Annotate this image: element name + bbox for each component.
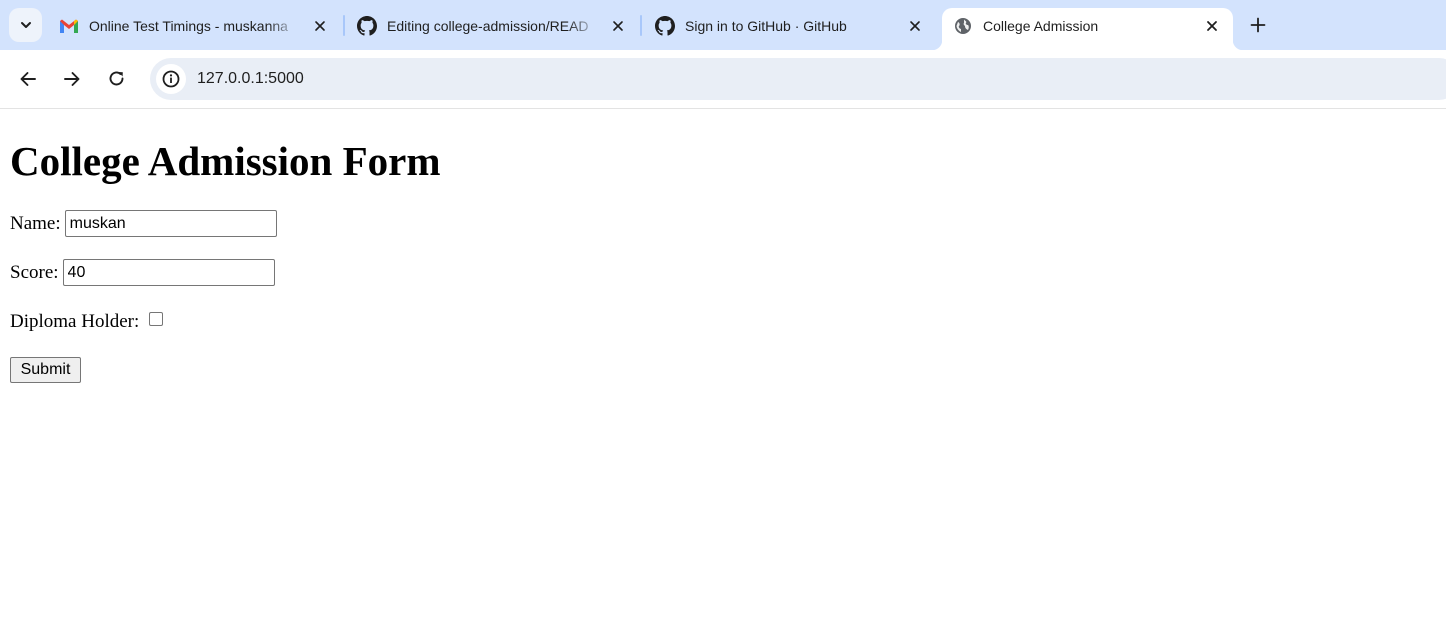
close-icon[interactable] bbox=[905, 16, 925, 36]
tab-strip: Online Test Timings - muskanna Editing c… bbox=[0, 0, 1446, 50]
url-text[interactable]: 127.0.0.1:5000 bbox=[197, 58, 304, 100]
back-button[interactable] bbox=[16, 67, 40, 91]
address-bar[interactable]: 127.0.0.1:5000 bbox=[150, 58, 1446, 100]
name-input[interactable] bbox=[64, 210, 277, 237]
submit-button[interactable]: Submit bbox=[10, 357, 81, 383]
close-icon[interactable] bbox=[608, 16, 628, 36]
browser-toolbar: 127.0.0.1:5000 bbox=[0, 50, 1446, 109]
tab-college-admission[interactable]: College Admission bbox=[932, 8, 1243, 50]
chevron-down-icon bbox=[20, 22, 31, 28]
diploma-row: Diploma Holder: bbox=[10, 311, 164, 333]
tab-gmail[interactable]: Online Test Timings - muskanna bbox=[48, 8, 338, 44]
github-icon bbox=[357, 16, 377, 36]
tab-title: Editing college-admission/READ bbox=[387, 18, 589, 34]
name-row: Name: bbox=[10, 210, 277, 237]
diploma-label: Diploma Holder: bbox=[10, 311, 140, 332]
close-icon[interactable] bbox=[310, 16, 330, 36]
tab-divider bbox=[343, 15, 345, 36]
gmail-icon bbox=[59, 16, 79, 36]
reload-button[interactable] bbox=[105, 67, 129, 91]
name-label: Name: bbox=[10, 212, 61, 234]
plus-icon bbox=[1250, 17, 1266, 33]
diploma-checkbox[interactable] bbox=[149, 312, 164, 326]
new-tab-button[interactable] bbox=[1245, 12, 1271, 38]
reload-icon bbox=[109, 71, 124, 86]
arrow-left-icon bbox=[20, 72, 36, 86]
tab-title: Online Test Timings - muskanna bbox=[89, 18, 288, 34]
score-label: Score: bbox=[10, 261, 59, 283]
page-content: College Admission Form Name: Score: Dipl… bbox=[0, 109, 1446, 620]
score-row: Score: bbox=[10, 259, 275, 286]
github-icon bbox=[655, 16, 675, 36]
tab-divider bbox=[640, 15, 642, 36]
close-icon[interactable] bbox=[1202, 16, 1222, 36]
tab-github-editing[interactable]: Editing college-admission/READ bbox=[346, 8, 636, 44]
tab-github-signin[interactable]: Sign in to GitHub · GitHub bbox=[644, 8, 934, 44]
tab-search-button[interactable] bbox=[9, 8, 42, 42]
tab-title: College Admission bbox=[983, 18, 1099, 34]
forward-button[interactable] bbox=[60, 67, 84, 91]
site-info-button[interactable] bbox=[156, 64, 186, 94]
info-icon bbox=[162, 70, 180, 88]
arrow-right-icon bbox=[64, 72, 80, 86]
tab-title: Sign in to GitHub · GitHub bbox=[685, 18, 847, 34]
globe-icon bbox=[953, 16, 973, 36]
page-title: College Admission Form bbox=[10, 138, 441, 184]
score-input[interactable] bbox=[62, 259, 275, 286]
